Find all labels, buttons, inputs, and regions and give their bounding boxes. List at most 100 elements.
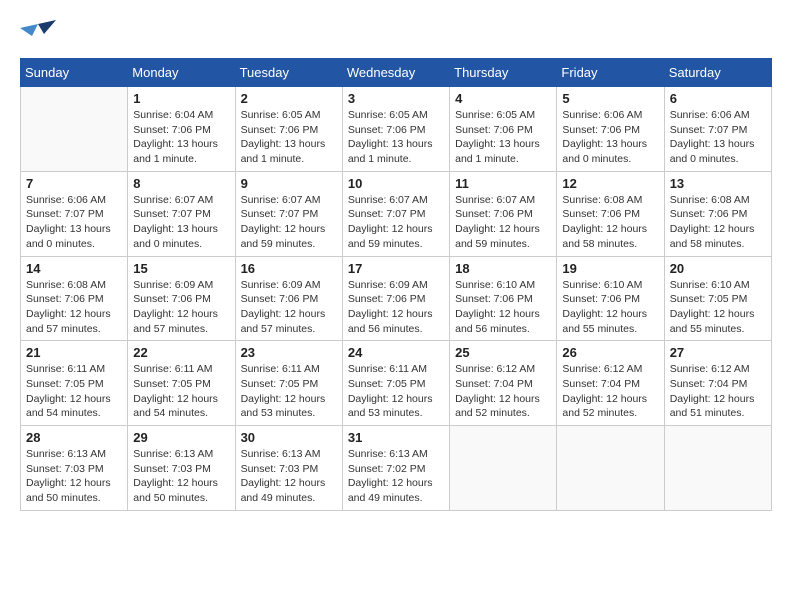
calendar-cell: 6 Sunrise: 6:06 AMSunset: 7:07 PMDaylight… <box>664 87 771 172</box>
day-info: Sunrise: 6:07 AMSunset: 7:07 PMDaylight:… <box>241 193 337 252</box>
calendar-cell: 3 Sunrise: 6:05 AMSunset: 7:06 PMDaylight… <box>342 87 449 172</box>
day-number: 8 <box>133 176 229 191</box>
day-number: 22 <box>133 345 229 360</box>
day-info: Sunrise: 6:12 AMSunset: 7:04 PMDaylight:… <box>562 362 658 421</box>
day-info: Sunrise: 6:13 AMSunset: 7:02 PMDaylight:… <box>348 447 444 506</box>
week-row-5: 28Sunrise: 6:13 AMSunset: 7:03 PMDayligh… <box>21 426 772 511</box>
page-header <box>20 20 772 48</box>
calendar-cell: 8 Sunrise: 6:07 AMSunset: 7:07 PMDaylight… <box>128 171 235 256</box>
day-info: Sunrise: 6:06 AMSunset: 7:06 PMDaylight:… <box>562 108 658 167</box>
column-header-thursday: Thursday <box>450 59 557 87</box>
day-number: 27 <box>670 345 766 360</box>
day-info: Sunrise: 6:10 AMSunset: 7:06 PMDaylight:… <box>562 278 658 337</box>
day-number: 23 <box>241 345 337 360</box>
day-number: 18 <box>455 261 551 276</box>
day-info: Sunrise: 6:09 AMSunset: 7:06 PMDaylight:… <box>133 278 229 337</box>
day-info: Sunrise: 6:05 AMSunset: 7:06 PMDaylight:… <box>348 108 444 167</box>
day-number: 13 <box>670 176 766 191</box>
day-number: 25 <box>455 345 551 360</box>
day-number: 30 <box>241 430 337 445</box>
day-info: Sunrise: 6:05 AMSunset: 7:06 PMDaylight:… <box>455 108 551 167</box>
day-number: 21 <box>26 345 122 360</box>
day-number: 19 <box>562 261 658 276</box>
calendar-cell: 4 Sunrise: 6:05 AMSunset: 7:06 PMDaylight… <box>450 87 557 172</box>
calendar-cell: 11 Sunrise: 6:07 AMSunset: 7:06 PMDayligh… <box>450 171 557 256</box>
calendar-cell: 23 Sunrise: 6:11 AMSunset: 7:05 PMDayligh… <box>235 341 342 426</box>
day-number: 12 <box>562 176 658 191</box>
day-number: 3 <box>348 91 444 106</box>
calendar-cell: 26 Sunrise: 6:12 AMSunset: 7:04 PMDayligh… <box>557 341 664 426</box>
column-header-friday: Friday <box>557 59 664 87</box>
calendar-cell: 25 Sunrise: 6:12 AMSunset: 7:04 PMDayligh… <box>450 341 557 426</box>
calendar-cell <box>664 426 771 511</box>
day-number: 29 <box>133 430 229 445</box>
calendar-cell: 27 Sunrise: 6:12 AMSunset: 7:04 PMDayligh… <box>664 341 771 426</box>
day-info: Sunrise: 6:11 AMSunset: 7:05 PMDaylight:… <box>133 362 229 421</box>
day-info: Sunrise: 6:12 AMSunset: 7:04 PMDaylight:… <box>670 362 766 421</box>
day-info: Sunrise: 6:13 AMSunset: 7:03 PMDaylight:… <box>133 447 229 506</box>
day-info: Sunrise: 6:11 AMSunset: 7:05 PMDaylight:… <box>241 362 337 421</box>
day-number: 5 <box>562 91 658 106</box>
calendar-cell: 9 Sunrise: 6:07 AMSunset: 7:07 PMDaylight… <box>235 171 342 256</box>
day-info: Sunrise: 6:07 AMSunset: 7:07 PMDaylight:… <box>133 193 229 252</box>
logo-icon <box>20 20 56 48</box>
calendar-cell: 19 Sunrise: 6:10 AMSunset: 7:06 PMDayligh… <box>557 256 664 341</box>
day-number: 4 <box>455 91 551 106</box>
column-header-monday: Monday <box>128 59 235 87</box>
day-info: Sunrise: 6:09 AMSunset: 7:06 PMDaylight:… <box>241 278 337 337</box>
calendar-cell: 5 Sunrise: 6:06 AMSunset: 7:06 PMDaylight… <box>557 87 664 172</box>
calendar-table: SundayMondayTuesdayWednesdayThursdayFrid… <box>20 58 772 511</box>
calendar-cell: 16 Sunrise: 6:09 AMSunset: 7:06 PMDayligh… <box>235 256 342 341</box>
day-info: Sunrise: 6:09 AMSunset: 7:06 PMDaylight:… <box>348 278 444 337</box>
day-number: 9 <box>241 176 337 191</box>
day-info: Sunrise: 6:05 AMSunset: 7:06 PMDaylight:… <box>241 108 337 167</box>
calendar-cell: 10Sunrise: 6:07 AMSunset: 7:07 PMDayligh… <box>342 171 449 256</box>
day-number: 31 <box>348 430 444 445</box>
day-info: Sunrise: 6:08 AMSunset: 7:06 PMDaylight:… <box>26 278 122 337</box>
day-info: Sunrise: 6:06 AMSunset: 7:07 PMDaylight:… <box>26 193 122 252</box>
day-info: Sunrise: 6:13 AMSunset: 7:03 PMDaylight:… <box>26 447 122 506</box>
column-header-wednesday: Wednesday <box>342 59 449 87</box>
calendar-cell: 31 Sunrise: 6:13 AMSunset: 7:02 PMDayligh… <box>342 426 449 511</box>
calendar-cell: 20 Sunrise: 6:10 AMSunset: 7:05 PMDayligh… <box>664 256 771 341</box>
day-number: 2 <box>241 91 337 106</box>
calendar-cell: 2 Sunrise: 6:05 AMSunset: 7:06 PMDaylight… <box>235 87 342 172</box>
column-header-tuesday: Tuesday <box>235 59 342 87</box>
column-header-sunday: Sunday <box>21 59 128 87</box>
calendar-cell: 28Sunrise: 6:13 AMSunset: 7:03 PMDayligh… <box>21 426 128 511</box>
week-row-4: 21 Sunrise: 6:11 AMSunset: 7:05 PMDayligh… <box>21 341 772 426</box>
logo <box>20 20 60 48</box>
day-number: 16 <box>241 261 337 276</box>
column-header-saturday: Saturday <box>664 59 771 87</box>
day-info: Sunrise: 6:07 AMSunset: 7:06 PMDaylight:… <box>455 193 551 252</box>
calendar-cell: 17Sunrise: 6:09 AMSunset: 7:06 PMDayligh… <box>342 256 449 341</box>
calendar-cell: 21 Sunrise: 6:11 AMSunset: 7:05 PMDayligh… <box>21 341 128 426</box>
calendar-cell: 24 Sunrise: 6:11 AMSunset: 7:05 PMDayligh… <box>342 341 449 426</box>
day-number: 1 <box>133 91 229 106</box>
day-info: Sunrise: 6:12 AMSunset: 7:04 PMDaylight:… <box>455 362 551 421</box>
calendar-cell <box>21 87 128 172</box>
day-info: Sunrise: 6:11 AMSunset: 7:05 PMDaylight:… <box>26 362 122 421</box>
day-number: 24 <box>348 345 444 360</box>
day-number: 11 <box>455 176 551 191</box>
day-info: Sunrise: 6:08 AMSunset: 7:06 PMDaylight:… <box>562 193 658 252</box>
week-row-2: 7Sunrise: 6:06 AMSunset: 7:07 PMDaylight… <box>21 171 772 256</box>
day-number: 6 <box>670 91 766 106</box>
day-info: Sunrise: 6:13 AMSunset: 7:03 PMDaylight:… <box>241 447 337 506</box>
day-info: Sunrise: 6:08 AMSunset: 7:06 PMDaylight:… <box>670 193 766 252</box>
day-info: Sunrise: 6:10 AMSunset: 7:06 PMDaylight:… <box>455 278 551 337</box>
day-info: Sunrise: 6:10 AMSunset: 7:05 PMDaylight:… <box>670 278 766 337</box>
calendar-header-row: SundayMondayTuesdayWednesdayThursdayFrid… <box>21 59 772 87</box>
week-row-3: 14Sunrise: 6:08 AMSunset: 7:06 PMDayligh… <box>21 256 772 341</box>
day-number: 26 <box>562 345 658 360</box>
calendar-cell: 13 Sunrise: 6:08 AMSunset: 7:06 PMDayligh… <box>664 171 771 256</box>
calendar-cell: 14Sunrise: 6:08 AMSunset: 7:06 PMDayligh… <box>21 256 128 341</box>
calendar-cell: 7Sunrise: 6:06 AMSunset: 7:07 PMDaylight… <box>21 171 128 256</box>
week-row-1: 1Sunrise: 6:04 AMSunset: 7:06 PMDaylight… <box>21 87 772 172</box>
day-number: 10 <box>348 176 444 191</box>
calendar-cell: 30 Sunrise: 6:13 AMSunset: 7:03 PMDayligh… <box>235 426 342 511</box>
day-info: Sunrise: 6:06 AMSunset: 7:07 PMDaylight:… <box>670 108 766 167</box>
calendar-cell: 12 Sunrise: 6:08 AMSunset: 7:06 PMDayligh… <box>557 171 664 256</box>
day-info: Sunrise: 6:11 AMSunset: 7:05 PMDaylight:… <box>348 362 444 421</box>
day-number: 20 <box>670 261 766 276</box>
